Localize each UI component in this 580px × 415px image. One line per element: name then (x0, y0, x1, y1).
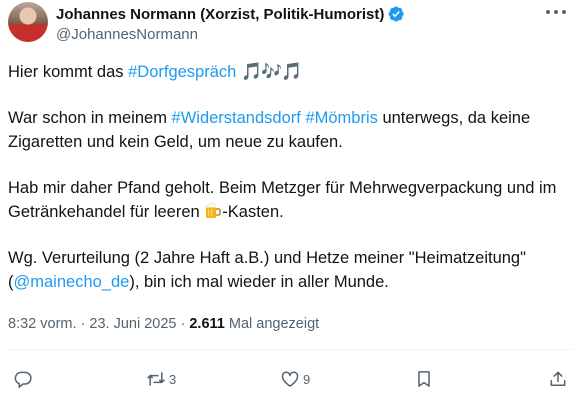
hashtag-widerstandsdorf[interactable]: #Widerstandsdorf (172, 109, 301, 127)
post-date[interactable]: 23. Juni 2025 (89, 316, 176, 332)
author-name[interactable]: Johannes Normann (Xorzist, Politik-Humor… (56, 6, 384, 23)
text-segment: Hier kommt das (8, 63, 129, 81)
repost-icon (147, 372, 165, 386)
like-button[interactable]: 9 (280, 365, 310, 393)
post-paragraph-1: Hier kommt das #Dorfgespräch 🎵🎶🎵 (8, 60, 303, 84)
share-icon (550, 371, 566, 386)
text-segment: -Kasten. (222, 203, 284, 221)
avatar[interactable] (8, 2, 48, 42)
musical-notes-emoji: 🎵🎶🎵 (240, 62, 303, 81)
view-label: Mal angezeigt (224, 316, 320, 332)
post-paragraph-3: Hab mir daher Pfand geholt. Beim Metzger… (8, 176, 570, 224)
text-segment: ), bin ich mal wieder in aller Munde. (129, 273, 389, 291)
author-handle[interactable]: @JohannesNormann (56, 26, 540, 43)
like-count: 9 (303, 371, 311, 387)
reply-icon (14, 371, 32, 389)
repost-button[interactable]: 3 (146, 365, 176, 393)
bookmark-button[interactable] (414, 365, 434, 393)
post-paragraph-4: Wg. Verurteilung (2 Jahre Haft a.B.) und… (8, 246, 570, 294)
more-options-icon[interactable] (546, 4, 566, 20)
meta-separator: · (176, 316, 190, 332)
post-paragraph-2: War schon in meinem #Widerstandsdorf #Mö… (8, 106, 570, 154)
hashtag-moembris[interactable]: #Mömbris (305, 109, 377, 127)
divider (8, 349, 572, 350)
meta-separator: · (76, 316, 90, 332)
text-segment: War schon in meinem (8, 109, 172, 127)
hashtag-dorfgespraech[interactable]: #Dorfgespräch (128, 63, 236, 81)
bookmark-icon (418, 371, 430, 387)
reply-button[interactable] (13, 365, 33, 393)
post-meta: 8:32 vorm. · 23. Juni 2025 · 2.611 Mal a… (8, 316, 319, 332)
mention-mainecho[interactable]: @mainecho_de (14, 273, 130, 291)
post-header: Johannes Normann (Xorzist, Politik-Humor… (56, 4, 540, 43)
view-count: 2.611 (189, 316, 225, 332)
post-time[interactable]: 8:32 vorm. (8, 316, 77, 332)
verified-badge-icon[interactable] (387, 5, 405, 23)
repost-count: 3 (169, 371, 177, 387)
beer-mug-emoji (206, 202, 222, 218)
action-bar: 3 9 (0, 365, 580, 393)
heart-icon (281, 371, 299, 387)
share-button[interactable] (548, 365, 568, 393)
